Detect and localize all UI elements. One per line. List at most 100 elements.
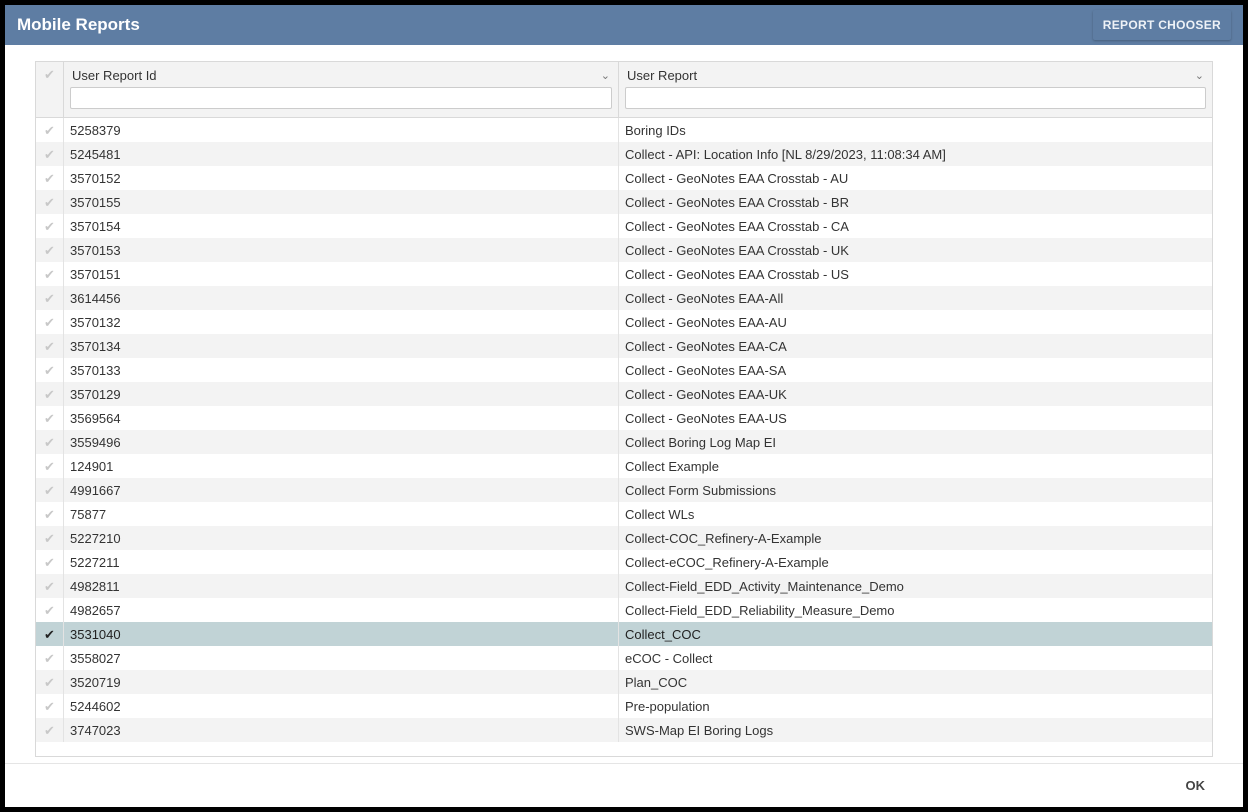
row-check-cell[interactable]: ✔ xyxy=(36,670,64,694)
check-icon: ✔ xyxy=(44,556,55,569)
content-area: ✔ User Report Id ⌄ User Report ⌄ xyxy=(5,45,1243,763)
row-check-cell[interactable]: ✔ xyxy=(36,406,64,430)
table-row[interactable]: ✔5258379Boring IDs xyxy=(36,118,1212,142)
check-icon: ✔ xyxy=(44,628,55,641)
filter-input-name[interactable] xyxy=(625,87,1206,109)
filter-input-id[interactable] xyxy=(70,87,612,109)
row-check-cell[interactable]: ✔ xyxy=(36,502,64,526)
row-check-cell[interactable]: ✔ xyxy=(36,430,64,454)
row-check-cell[interactable]: ✔ xyxy=(36,142,64,166)
row-name-cell: Pre-population xyxy=(619,694,1212,718)
check-icon: ✔ xyxy=(44,484,55,497)
dialog-footer: OK xyxy=(5,763,1243,807)
table-row[interactable]: ✔3570151Collect - GeoNotes EAA Crosstab … xyxy=(36,262,1212,286)
row-check-cell[interactable]: ✔ xyxy=(36,262,64,286)
grid-body[interactable]: ✔5258379Boring IDs✔5245481Collect - API:… xyxy=(36,118,1212,756)
row-check-cell[interactable]: ✔ xyxy=(36,214,64,238)
row-name-cell: Boring IDs xyxy=(619,118,1212,142)
table-row[interactable]: ✔4982811Collect-Field_EDD_Activity_Maint… xyxy=(36,574,1212,598)
row-check-cell[interactable]: ✔ xyxy=(36,238,64,262)
table-row[interactable]: ✔3570154Collect - GeoNotes EAA Crosstab … xyxy=(36,214,1212,238)
check-icon: ✔ xyxy=(44,724,55,737)
table-row[interactable]: ✔75877Collect WLs xyxy=(36,502,1212,526)
row-id-cell: 3520719 xyxy=(64,670,619,694)
table-row[interactable]: ✔5244602Pre-population xyxy=(36,694,1212,718)
row-name-cell: Collect - GeoNotes EAA-US xyxy=(619,406,1212,430)
row-name-cell: SWS-Map EI Boring Logs xyxy=(619,718,1212,742)
row-name-cell: Collect-Field_EDD_Activity_Maintenance_D… xyxy=(619,574,1212,598)
table-row[interactable]: ✔3614456Collect - GeoNotes EAA-All xyxy=(36,286,1212,310)
row-check-cell[interactable]: ✔ xyxy=(36,478,64,502)
table-row[interactable]: ✔3570134Collect - GeoNotes EAA-CA xyxy=(36,334,1212,358)
row-name-cell: Collect - GeoNotes EAA-SA xyxy=(619,358,1212,382)
table-row[interactable]: ✔5245481Collect - API: Location Info [NL… xyxy=(36,142,1212,166)
row-name-cell: Collect - API: Location Info [NL 8/29/20… xyxy=(619,142,1212,166)
row-check-cell[interactable]: ✔ xyxy=(36,310,64,334)
table-row[interactable]: ✔3570153Collect - GeoNotes EAA Crosstab … xyxy=(36,238,1212,262)
check-icon: ✔ xyxy=(44,148,55,161)
row-name-cell: Collect Form Submissions xyxy=(619,478,1212,502)
check-icon: ✔ xyxy=(44,268,55,281)
table-row[interactable]: ✔4982657Collect-Field_EDD_Reliability_Me… xyxy=(36,598,1212,622)
row-name-cell: Collect - GeoNotes EAA-CA xyxy=(619,334,1212,358)
table-row[interactable]: ✔124901Collect Example xyxy=(36,454,1212,478)
row-check-cell[interactable]: ✔ xyxy=(36,718,64,742)
table-row[interactable]: ✔3569564Collect - GeoNotes EAA-US xyxy=(36,406,1212,430)
grid-header: ✔ User Report Id ⌄ User Report ⌄ xyxy=(36,62,1212,118)
check-icon: ✔ xyxy=(44,412,55,425)
row-check-cell[interactable]: ✔ xyxy=(36,358,64,382)
column-header-id[interactable]: User Report Id ⌄ xyxy=(64,62,619,117)
row-check-cell[interactable]: ✔ xyxy=(36,646,64,670)
table-row[interactable]: ✔5227210Collect-COC_Refinery-A-Example xyxy=(36,526,1212,550)
row-name-cell: Collect Boring Log Map EI xyxy=(619,430,1212,454)
row-id-cell: 3570154 xyxy=(64,214,619,238)
check-all-icon: ✔ xyxy=(44,68,55,81)
table-row[interactable]: ✔3531040Collect_COC xyxy=(36,622,1212,646)
table-row[interactable]: ✔3570132Collect - GeoNotes EAA-AU xyxy=(36,310,1212,334)
row-name-cell: Collect WLs xyxy=(619,502,1212,526)
row-check-cell[interactable]: ✔ xyxy=(36,526,64,550)
row-id-cell: 3570152 xyxy=(64,166,619,190)
row-check-cell[interactable]: ✔ xyxy=(36,382,64,406)
row-check-cell[interactable]: ✔ xyxy=(36,694,64,718)
table-row[interactable]: ✔ 3570155Collect - GeoNotes EAA Crosstab … xyxy=(36,190,1212,214)
row-id-cell: 5227211 xyxy=(64,550,619,574)
row-name-cell: Collect-Field_EDD_Reliability_Measure_De… xyxy=(619,598,1212,622)
row-check-cell[interactable]: ✔ xyxy=(36,286,64,310)
table-row[interactable]: ✔3570133Collect - GeoNotes EAA-SA xyxy=(36,358,1212,382)
table-row[interactable]: ✔5227211Collect-eCOC_Refinery-A-Example xyxy=(36,550,1212,574)
table-row[interactable]: ✔3558027eCOC - Collect xyxy=(36,646,1212,670)
page-title: Mobile Reports xyxy=(17,15,140,35)
check-icon: ✔ xyxy=(44,316,55,329)
row-check-cell[interactable]: ✔ xyxy=(36,166,64,190)
table-row[interactable]: ✔3570129Collect - GeoNotes EAA-UK xyxy=(36,382,1212,406)
row-name-cell: Collect - GeoNotes EAA Crosstab - US xyxy=(619,262,1212,286)
row-name-cell: Collect - GeoNotes EAA Crosstab - BR xyxy=(619,190,1212,214)
row-id-cell: 4982811 xyxy=(64,574,619,598)
reports-grid: ✔ User Report Id ⌄ User Report ⌄ xyxy=(35,61,1213,757)
column-header-select[interactable]: ✔ xyxy=(36,62,64,117)
check-icon: ✔ xyxy=(44,196,55,209)
row-name-cell: Collect - GeoNotes EAA Crosstab - AU xyxy=(619,166,1212,190)
table-row[interactable]: ✔4991667Collect Form Submissions xyxy=(36,478,1212,502)
check-icon: ✔ xyxy=(44,508,55,521)
column-header-name[interactable]: User Report ⌄ xyxy=(619,62,1212,117)
row-check-cell[interactable]: ✔ xyxy=(36,574,64,598)
row-check-cell[interactable]: ✔ xyxy=(36,622,64,646)
table-row[interactable]: ✔3559496Collect Boring Log Map EI xyxy=(36,430,1212,454)
ok-button[interactable]: OK xyxy=(1178,772,1214,799)
row-check-cell[interactable]: ✔ xyxy=(36,550,64,574)
table-row[interactable]: ✔3520719Plan_COC xyxy=(36,670,1212,694)
check-icon: ✔ xyxy=(44,364,55,377)
report-chooser-button[interactable]: REPORT CHOOSER xyxy=(1093,10,1231,40)
row-check-cell[interactable]: ✔ xyxy=(36,598,64,622)
table-row[interactable]: ✔3570152Collect - GeoNotes EAA Crosstab … xyxy=(36,166,1212,190)
table-row[interactable]: ✔3747023SWS-Map EI Boring Logs xyxy=(36,718,1212,742)
row-id-cell: 3570129 xyxy=(64,382,619,406)
row-check-cell[interactable]: ✔ xyxy=(36,118,64,142)
row-id-cell: 3570155 xyxy=(64,190,619,214)
row-check-cell[interactable]: ✔ xyxy=(36,334,64,358)
row-check-cell[interactable]: ✔ xyxy=(36,190,64,214)
row-check-cell[interactable]: ✔ xyxy=(36,454,64,478)
row-name-cell: Collect - GeoNotes EAA Crosstab - CA xyxy=(619,214,1212,238)
